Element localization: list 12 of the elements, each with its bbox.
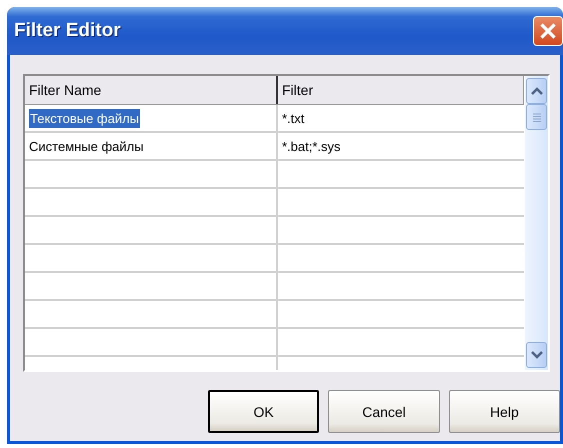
table-cell[interactable]: *.bat;*.sys [282,138,341,154]
dialog-button[interactable]: Help [448,390,560,433]
grip-icon [532,112,540,122]
table-cell[interactable]: *.txt [282,110,304,126]
table-cell[interactable]: Текстовые файлы [29,108,140,128]
dialog-button[interactable]: OK [208,390,320,433]
window-title: Filter Editor [14,20,121,42]
close-icon[interactable] [533,16,563,46]
table-cell[interactable]: Системные файлы [29,138,144,154]
column-header[interactable]: Filter Name [25,76,278,104]
dialog-button[interactable]: Cancel [328,390,440,433]
scrollbar[interactable] [524,76,548,370]
